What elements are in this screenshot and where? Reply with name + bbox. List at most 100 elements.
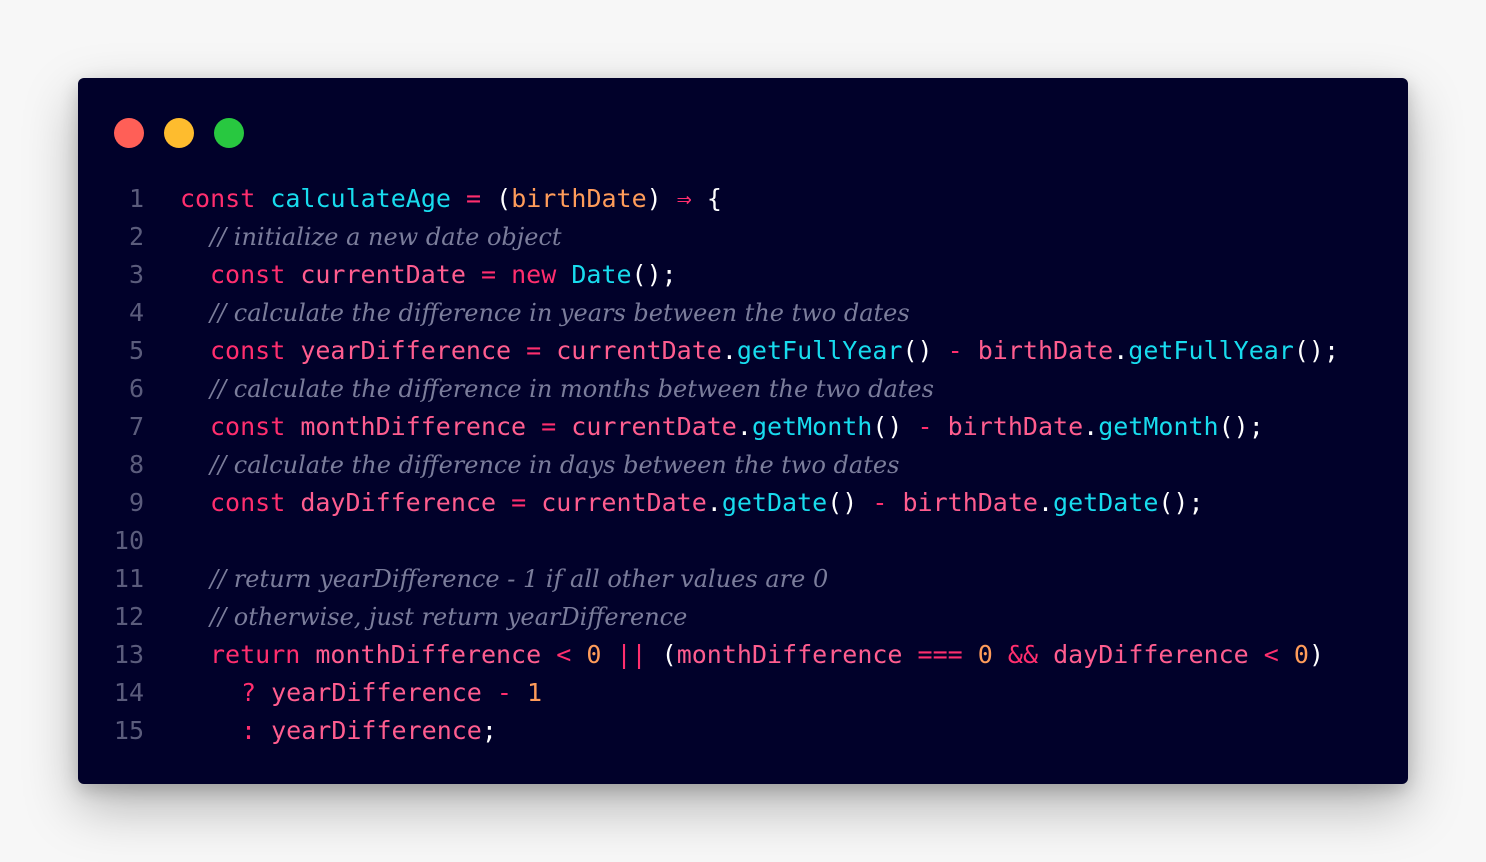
code-token: dayDifference bbox=[1053, 640, 1249, 669]
line-content: const monthDifference = currentDate.getM… bbox=[180, 408, 1264, 446]
code-token: const bbox=[210, 412, 286, 441]
code-token: // calculate the difference in months be… bbox=[210, 375, 934, 403]
code-token: () bbox=[902, 336, 933, 365]
line-content: // return yearDifference - 1 if all othe… bbox=[180, 560, 828, 598]
code-token: { bbox=[706, 184, 722, 213]
code-token: birthDate bbox=[947, 412, 1084, 441]
code-token: === bbox=[917, 640, 963, 669]
code-token: : bbox=[241, 716, 257, 745]
code-line: 9 const dayDifference = currentDate.getDa… bbox=[78, 484, 1408, 522]
code-token: currentDate bbox=[556, 336, 722, 365]
line-number: 12 bbox=[113, 602, 144, 631]
line-content: // calculate the difference in months be… bbox=[180, 370, 934, 408]
code-token: (); bbox=[1293, 336, 1340, 365]
code-token: - bbox=[496, 678, 512, 707]
code-token: && bbox=[1007, 640, 1038, 669]
line-number: 8 bbox=[128, 450, 144, 479]
code-token: // return yearDifference - 1 if all othe… bbox=[210, 565, 829, 593]
code-token: Date bbox=[571, 260, 632, 289]
code-token: const bbox=[210, 488, 286, 517]
line-number: 15 bbox=[113, 716, 144, 745]
line-content: const calculateAge = (birthDate) ⇒ { bbox=[180, 180, 722, 218]
line-content: const currentDate = new Date(); bbox=[180, 256, 677, 294]
code-token: - bbox=[947, 336, 963, 365]
code-token: ) bbox=[1308, 640, 1325, 669]
code-editor: 1 const calculateAge = (birthDate) ⇒ {2//… bbox=[78, 180, 1408, 750]
line-number: 3 bbox=[128, 260, 144, 289]
code-token: (); bbox=[1158, 488, 1204, 517]
code-window: 1 const calculateAge = (birthDate) ⇒ {2//… bbox=[78, 78, 1408, 784]
code-token: currentDate bbox=[300, 260, 466, 289]
code-token: const bbox=[180, 184, 256, 213]
code-token: monthDifference bbox=[300, 412, 527, 441]
line-content: // otherwise, just return yearDifference bbox=[180, 598, 687, 636]
code-token: birthDate bbox=[902, 488, 1038, 517]
code-token: - bbox=[872, 488, 888, 517]
line-content: // calculate the difference in years bet… bbox=[180, 294, 910, 332]
code-token: = bbox=[511, 488, 527, 517]
code-line: 7 const monthDifference = currentDate.get… bbox=[78, 408, 1408, 446]
code-token: 0 bbox=[586, 640, 602, 669]
code-token: const bbox=[210, 336, 286, 365]
code-token: || bbox=[616, 640, 647, 669]
code-token: yearDifference bbox=[300, 336, 512, 365]
code-token: (); bbox=[631, 260, 677, 289]
code-token: ) bbox=[646, 184, 662, 213]
code-line: 5 const yearDifference = currentDate.getF… bbox=[78, 332, 1408, 370]
code-line: 6 // calculate the difference in months b… bbox=[78, 370, 1408, 408]
code-token: ? bbox=[241, 678, 257, 707]
code-line: 1 const calculateAge = (birthDate) ⇒ { bbox=[78, 180, 1408, 218]
code-token: currentDate bbox=[541, 488, 707, 517]
code-token: 1 bbox=[527, 678, 543, 707]
code-token: (); bbox=[1218, 412, 1264, 441]
line-number: 9 bbox=[128, 488, 144, 517]
code-token: // otherwise, just return yearDifference bbox=[210, 603, 688, 631]
line-content: const dayDifference = currentDate.getDat… bbox=[180, 484, 1204, 522]
line-number: 1 bbox=[128, 184, 144, 213]
line-number: 11 bbox=[113, 564, 144, 593]
line-number: 7 bbox=[128, 412, 144, 441]
code-token: getDate bbox=[1053, 488, 1159, 517]
close-button[interactable] bbox=[114, 118, 144, 148]
maximize-button[interactable] bbox=[214, 118, 244, 148]
code-token: return bbox=[210, 640, 301, 669]
code-token: . bbox=[721, 336, 737, 365]
code-token: // initialize a new date object bbox=[210, 223, 562, 251]
code-token: . bbox=[706, 488, 722, 517]
code-token: monthDifference bbox=[676, 640, 903, 669]
line-number: 5 bbox=[128, 336, 144, 365]
code-token: - bbox=[917, 412, 933, 441]
line-number: 6 bbox=[128, 374, 144, 403]
code-token: . bbox=[1037, 488, 1054, 517]
code-token: ( bbox=[496, 184, 512, 213]
code-token: getDate bbox=[721, 488, 828, 517]
minimize-button[interactable] bbox=[164, 118, 194, 148]
code-token: = bbox=[526, 336, 542, 365]
code-line: 12 // otherwise, just return yearDifferen… bbox=[78, 598, 1408, 636]
